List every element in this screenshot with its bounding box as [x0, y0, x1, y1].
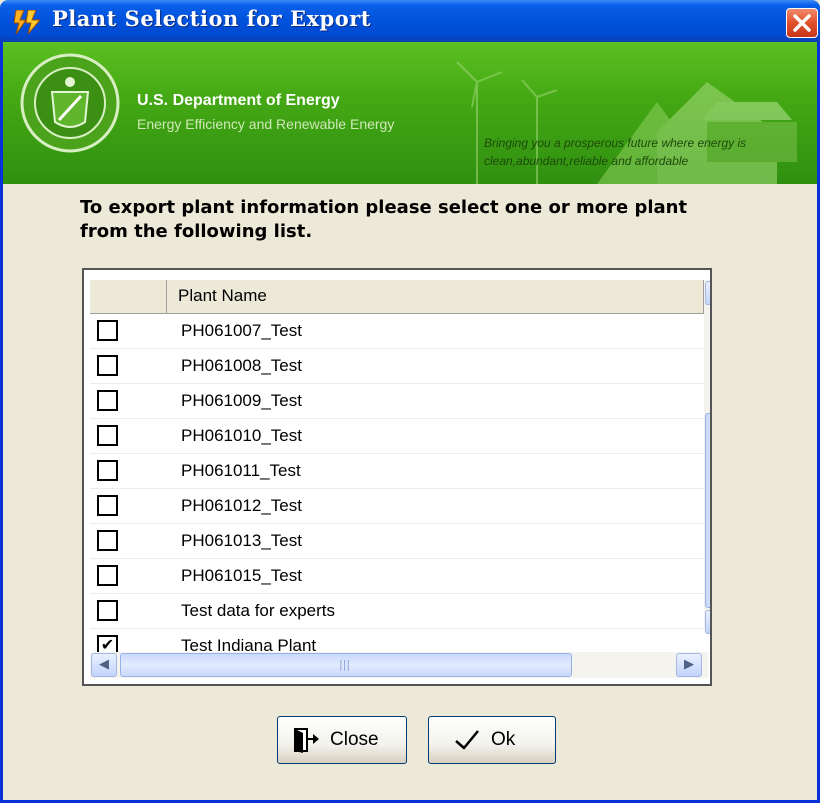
- instruction-text: To export plant information please selec…: [80, 197, 688, 242]
- row-check-cell: [90, 314, 167, 348]
- office-name: Energy Efficiency and Renewable Energy: [137, 116, 395, 132]
- row-check-cell: [90, 559, 167, 593]
- table-row[interactable]: PH061015_Test: [90, 559, 704, 594]
- chevron-right-icon: ▶: [684, 657, 694, 672]
- horizontal-scroll-thumb[interactable]: |||: [120, 653, 572, 677]
- row-checkbox[interactable]: [97, 495, 118, 516]
- plant-name-cell: Test data for experts: [181, 601, 336, 620]
- title-bar: Plant Selection for Export: [0, 0, 820, 42]
- row-checkbox[interactable]: [97, 530, 118, 551]
- row-check-cell: [90, 419, 167, 453]
- plant-list-grid: Plant Name PH061007_Test PH061008_Test PH0…: [82, 268, 712, 686]
- row-check-cell: [90, 594, 167, 628]
- table-row[interactable]: PH061008_Test: [90, 349, 704, 384]
- plant-name-cell: PH061007_Test: [181, 321, 302, 340]
- row-checkbox[interactable]: [97, 565, 118, 586]
- table-row[interactable]: PH061009_Test: [90, 384, 704, 419]
- window-close-button[interactable]: [786, 8, 818, 38]
- table-row[interactable]: PH061011_Test: [90, 454, 704, 489]
- plant-name-cell: PH061011_Test: [181, 461, 301, 480]
- close-button[interactable]: Close: [277, 716, 407, 764]
- table-row[interactable]: PH061010_Test: [90, 419, 704, 454]
- window-title: Plant Selection for Export: [52, 6, 371, 31]
- table-row[interactable]: PH061013_Test: [90, 524, 704, 559]
- row-checkbox[interactable]: [97, 355, 118, 376]
- doe-seal-logo: [20, 53, 120, 153]
- row-check-cell: [90, 454, 167, 488]
- grid-header: Plant Name: [90, 280, 710, 314]
- banner-tagline: Bringing you a prosperous future where e…: [484, 134, 746, 170]
- row-checkbox[interactable]: [97, 460, 118, 481]
- close-icon: [793, 14, 811, 32]
- column-header-plant-name[interactable]: Plant Name: [167, 280, 704, 314]
- plant-name-cell: PH061010_Test: [181, 426, 302, 445]
- grid-rows: PH061007_Test PH061008_Test PH061009_Test P…: [90, 314, 704, 664]
- tagline-line-2: clean,abundant,reliable and affordable: [484, 154, 689, 168]
- close-button-label: Close: [330, 729, 379, 750]
- chevron-left-icon: ◀: [99, 657, 109, 672]
- scroll-down-button[interactable]: ▼: [705, 610, 710, 634]
- row-checkbox[interactable]: [97, 320, 118, 341]
- header-check-column: [90, 280, 167, 314]
- exit-door-icon: [294, 728, 319, 753]
- row-check-cell: [90, 349, 167, 383]
- ok-button[interactable]: Ok: [428, 716, 556, 764]
- scroll-right-button[interactable]: ▶: [676, 653, 702, 677]
- grip-icon: |||: [339, 658, 351, 671]
- lightning-app-icon: [14, 10, 40, 34]
- scroll-left-button[interactable]: ◀: [91, 653, 117, 677]
- plant-name-cell: PH061012_Test: [181, 496, 302, 515]
- vertical-scrollbar[interactable]: ▲ ≡ ▼: [704, 280, 710, 634]
- checkmark-icon: [455, 730, 479, 750]
- doe-banner: U.S. Department of Energy Energy Efficie…: [3, 42, 817, 184]
- table-row[interactable]: Test data for experts: [90, 594, 704, 629]
- row-checkbox[interactable]: [97, 600, 118, 621]
- table-row[interactable]: PH061007_Test: [90, 314, 704, 349]
- tagline-line-1: Bringing you a prosperous future where e…: [484, 136, 747, 150]
- row-checkbox[interactable]: [97, 425, 118, 446]
- row-check-cell: [90, 384, 167, 418]
- plant-name-cell: PH061013_Test: [181, 531, 302, 550]
- horizontal-scrollbar[interactable]: ◀ ||| ▶: [90, 652, 708, 678]
- row-checkbox[interactable]: [97, 390, 118, 411]
- row-check-cell: [90, 524, 167, 558]
- plant-name-cell: PH061008_Test: [181, 356, 302, 375]
- plant-name-cell: PH061015_Test: [181, 566, 302, 585]
- table-row[interactable]: PH061012_Test: [90, 489, 704, 524]
- row-check-cell: [90, 489, 167, 523]
- department-name: U.S. Department of Energy: [137, 92, 340, 109]
- scroll-up-button[interactable]: ▲: [705, 281, 710, 305]
- vertical-scroll-thumb[interactable]: ≡: [705, 413, 710, 608]
- plant-name-cell: PH061009_Test: [181, 391, 302, 410]
- ok-button-label: Ok: [491, 729, 516, 750]
